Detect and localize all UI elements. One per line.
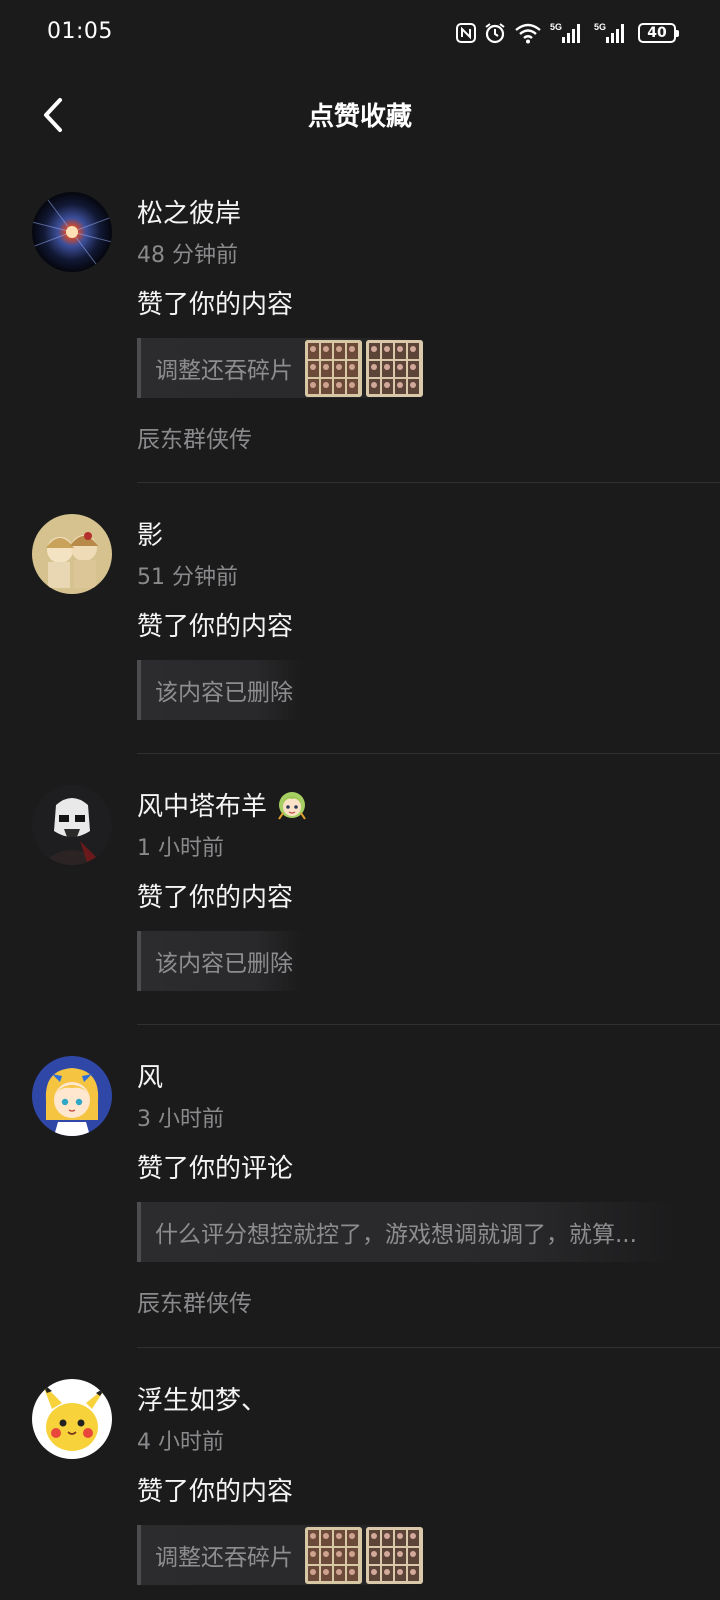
- notification-content: 风中塔布羊 1 小时前 赞了你的内容 该内容已删除: [137, 754, 720, 991]
- quoted-content[interactable]: 该内容已删除: [137, 660, 303, 720]
- svg-text:5G: 5G: [550, 22, 562, 32]
- username-row: 浮生如梦、: [137, 1379, 700, 1417]
- quoted-content[interactable]: 调整还吞碎片: [137, 1525, 423, 1585]
- notification-item[interactable]: 浮生如梦、 4 小时前 赞了你的内容 调整还吞碎片: [0, 1348, 720, 1588]
- page-title: 点赞收藏: [307, 102, 412, 132]
- status-bar: 01:05 5G 5G 40: [0, 0, 720, 66]
- notification-item[interactable]: 影 51 分钟前 赞了你的内容 该内容已删除: [0, 483, 720, 753]
- wifi-icon: [515, 23, 541, 44]
- username[interactable]: 影: [137, 515, 163, 552]
- notification-content: 风 3 小时前 赞了你的评论 什么评分想控就控了，游戏想调就调了，就算... 辰…: [137, 1025, 720, 1317]
- username[interactable]: 松之彼岸: [137, 193, 241, 230]
- notification-content: 影 51 分钟前 赞了你的内容 该内容已删除: [137, 483, 720, 720]
- notification-content: 浮生如梦、 4 小时前 赞了你的内容 调整还吞碎片: [137, 1348, 720, 1585]
- quote-text: 调整还吞碎片: [155, 358, 293, 384]
- username-row: 影: [137, 514, 700, 552]
- thumbnail-image: [366, 339, 423, 397]
- timestamp: 4 小时前: [137, 1430, 224, 1455]
- stormtrooper-avatar[interactable]: [32, 785, 112, 865]
- username-row: 风中塔布羊: [137, 785, 700, 823]
- username[interactable]: 风: [137, 1057, 163, 1094]
- quote-text: 该内容已删除: [155, 680, 293, 706]
- signal-5g-icon-2: 5G: [594, 22, 624, 43]
- quote-thumbnails: [305, 339, 423, 397]
- username[interactable]: 风中塔布羊: [137, 786, 267, 823]
- cartoon-girl-avatar[interactable]: [32, 1056, 112, 1136]
- timestamp: 51 分钟前: [137, 565, 238, 590]
- source-game[interactable]: 辰东群侠传: [137, 1284, 700, 1317]
- timestamp: 3 小时前: [137, 1107, 224, 1132]
- svg-text:5G: 5G: [594, 22, 606, 32]
- pikachu-avatar[interactable]: [32, 1379, 112, 1459]
- action-text: 赞了你的内容: [137, 1477, 294, 1507]
- quoted-content[interactable]: 调整还吞碎片: [137, 338, 423, 398]
- quote-text: 什么评分想控就控了，游戏想调就调了，就算...: [155, 1222, 637, 1248]
- nav-bar: 点赞收藏: [0, 76, 720, 156]
- thumbnail-image: [305, 1526, 362, 1584]
- signal-5g-icon: 5G: [550, 22, 580, 43]
- username-row: 风: [137, 1056, 700, 1094]
- action-text: 赞了你的内容: [137, 883, 294, 913]
- thumbnail-image: [366, 1526, 423, 1584]
- notification-list: 松之彼岸 48 分钟前 赞了你的内容 调整还吞碎片 辰东群侠传 影 51 分钟前…: [0, 176, 720, 1588]
- action-text: 赞了你的内容: [137, 612, 294, 642]
- status-time: 01:05: [47, 19, 113, 44]
- username-row: 松之彼岸: [137, 192, 700, 230]
- battery-icon: 40: [638, 23, 679, 43]
- notification-item[interactable]: 风中塔布羊 1 小时前 赞了你的内容 该内容已删除: [0, 754, 720, 1024]
- quoted-content[interactable]: 该内容已删除: [137, 931, 303, 991]
- alarm-icon: [485, 23, 505, 44]
- quote-text: 该内容已删除: [155, 951, 293, 977]
- quoted-content[interactable]: 什么评分想控就控了，游戏想调就调了，就算...: [137, 1202, 677, 1262]
- notification-item[interactable]: 风 3 小时前 赞了你的评论 什么评分想控就控了，游戏想调就调了，就算... 辰…: [0, 1025, 720, 1347]
- notification-item[interactable]: 松之彼岸 48 分钟前 赞了你的内容 调整还吞碎片 辰东群侠传: [0, 176, 720, 482]
- anime-sticker-icon: [278, 792, 306, 820]
- quote-text: 调整还吞碎片: [155, 1545, 293, 1571]
- quote-thumbnails: [305, 1526, 423, 1584]
- action-text: 赞了你的内容: [137, 290, 294, 320]
- galaxy-avatar[interactable]: [32, 192, 112, 272]
- timestamp: 1 小时前: [137, 836, 224, 861]
- nfc-icon: [456, 23, 476, 43]
- username[interactable]: 浮生如梦、: [137, 1380, 267, 1417]
- notification-content: 松之彼岸 48 分钟前 赞了你的内容 调整还吞碎片 辰东群侠传: [137, 176, 720, 453]
- status-icons: 5G 5G 40: [456, 20, 679, 46]
- timestamp: 48 分钟前: [137, 243, 238, 268]
- thumbnail-image: [305, 339, 362, 397]
- action-text: 赞了你的评论: [137, 1154, 294, 1184]
- anime-girls-avatar[interactable]: [32, 514, 112, 594]
- source-game[interactable]: 辰东群侠传: [137, 420, 700, 453]
